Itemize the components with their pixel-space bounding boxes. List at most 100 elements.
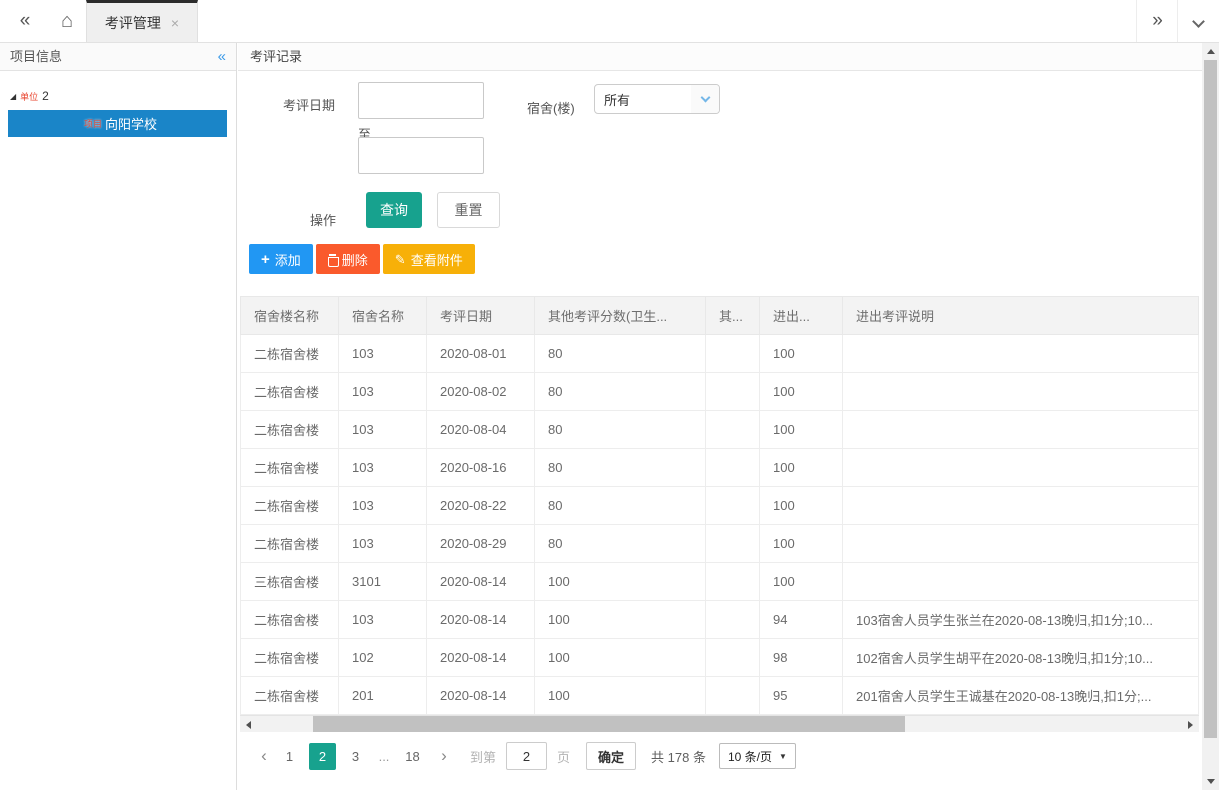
caret-down-icon: ▼ <box>779 752 787 761</box>
tree-node-unit[interactable]: ◢ 单位 2 <box>10 89 236 103</box>
table-cell <box>706 525 760 563</box>
table-row[interactable]: 二栋宿舍楼 103 2020-08-22 80 100 <box>241 487 1199 525</box>
table-row[interactable]: 二栋宿舍楼 103 2020-08-02 80 100 <box>241 373 1199 411</box>
table-cell <box>706 449 760 487</box>
table-header-row: 宿舍楼名称 宿舍名称 考评日期 其他考评分数(卫生... 其... 进出... … <box>241 297 1199 335</box>
col-header[interactable]: 考评日期 <box>427 297 535 335</box>
dorm-select-value: 所有 <box>595 90 691 109</box>
add-button-label: 添加 <box>275 250 301 269</box>
confirm-goto-button[interactable]: 确定 <box>586 742 636 770</box>
tab-close-icon[interactable]: × <box>171 15 179 31</box>
trash-icon <box>328 254 337 265</box>
pagination-bar: ‹ 1 2 3 ... 18 › 到第 页 确定 共 178 条 10 条/页 … <box>252 742 1202 770</box>
prev-page-icon[interactable]: ‹ <box>252 746 276 766</box>
page-number-1[interactable]: 1 <box>276 743 303 770</box>
goto-page-label: 到第 <box>470 747 496 766</box>
unit-label: 2 <box>42 89 49 103</box>
home-icon[interactable]: ⌂ <box>46 0 88 42</box>
page-size-select[interactable]: 10 条/页 ▼ <box>719 743 796 769</box>
evaluation-table: 宿舍楼名称 宿舍名称 考评日期 其他考评分数(卫生... 其... 进出... … <box>240 296 1199 715</box>
page-number-2-active[interactable]: 2 <box>309 743 336 770</box>
table-cell: 102宿舍人员学生胡平在2020-08-13晚归,扣1分;10... <box>843 639 1199 677</box>
table-cell: 95 <box>760 677 843 715</box>
table-cell: 100 <box>760 525 843 563</box>
table-horizontal-scrollbar[interactable] <box>240 715 1199 732</box>
scroll-down-icon[interactable] <box>1202 773 1219 790</box>
col-header[interactable]: 进出考评说明 <box>843 297 1199 335</box>
date-from-input[interactable] <box>358 82 484 119</box>
table-row[interactable]: 二栋宿舍楼 102 2020-08-14 100 98 102宿舍人员学生胡平在… <box>241 639 1199 677</box>
table-row[interactable]: 二栋宿舍楼 103 2020-08-04 80 100 <box>241 411 1199 449</box>
tab-label: 考评管理 <box>105 13 161 33</box>
table-cell: 100 <box>535 677 706 715</box>
table-cell: 100 <box>535 639 706 677</box>
vertical-scrollbar-thumb[interactable] <box>1204 60 1217 738</box>
col-header[interactable]: 宿舍名称 <box>339 297 427 335</box>
view-attachment-label: 查看附件 <box>411 250 463 269</box>
table-row[interactable]: 二栋宿舍楼 103 2020-08-16 80 100 <box>241 449 1199 487</box>
page-number-3[interactable]: 3 <box>342 743 369 770</box>
table-cell <box>706 563 760 601</box>
expand-tabs-icon[interactable]: » <box>1136 0 1178 42</box>
search-button[interactable]: 查询 <box>366 192 422 228</box>
table-row[interactable]: 二栋宿舍楼 103 2020-08-29 80 100 <box>241 525 1199 563</box>
scroll-right-icon[interactable] <box>1182 716 1199 733</box>
goto-page-input[interactable] <box>506 742 547 770</box>
tree-node-school-selected[interactable]: 项目 向阳学校 <box>8 110 227 137</box>
col-header[interactable]: 宿舍楼名称 <box>241 297 339 335</box>
tab-menu-icon[interactable] <box>1177 0 1219 42</box>
sidebar-collapse-icon[interactable]: « <box>218 43 226 70</box>
page-number-18[interactable]: 18 <box>399 743 426 770</box>
triangle-left-icon <box>246 721 251 729</box>
dorm-select[interactable]: 所有 <box>594 84 720 114</box>
dorm-select-arrow-box[interactable] <box>691 85 719 113</box>
table-cell: 103 <box>339 487 427 525</box>
table-cell <box>706 487 760 525</box>
main-panel: 考评记录 考评日期 至 宿舍(楼) 所有 操作 查询 重置 + 添加 删除 ✎ … <box>238 43 1202 790</box>
table-cell: 103 <box>339 525 427 563</box>
total-count-label: 共 178 条 <box>651 747 706 766</box>
date-range-label: 考评日期 <box>283 95 335 114</box>
table-cell <box>706 639 760 677</box>
col-header[interactable]: 其... <box>706 297 760 335</box>
filter-area: 考评日期 至 宿舍(楼) 所有 操作 查询 重置 + 添加 删除 ✎ 查看附件 <box>238 71 1202 296</box>
table-cell: 103 <box>339 373 427 411</box>
col-header[interactable]: 其他考评分数(卫生... <box>535 297 706 335</box>
table-cell: 2020-08-14 <box>427 639 535 677</box>
table-cell: 103 <box>339 335 427 373</box>
table-row[interactable]: 三栋宿舍楼 3101 2020-08-14 100 100 <box>241 563 1199 601</box>
page-vertical-scrollbar[interactable] <box>1202 43 1219 790</box>
table-cell: 103 <box>339 449 427 487</box>
table-cell <box>843 563 1199 601</box>
table-cell: 2020-08-04 <box>427 411 535 449</box>
chevron-down-icon <box>1192 15 1205 28</box>
table-cell: 二栋宿舍楼 <box>241 411 339 449</box>
view-attachment-button[interactable]: ✎ 查看附件 <box>383 244 475 274</box>
date-to-input[interactable] <box>358 137 484 174</box>
sidebar-header: 项目信息 « <box>0 43 236 71</box>
table-cell <box>843 525 1199 563</box>
table-cell <box>706 373 760 411</box>
reset-button[interactable]: 重置 <box>437 192 500 228</box>
horizontal-scrollbar-thumb[interactable] <box>313 716 905 732</box>
table-cell: 2020-08-14 <box>427 563 535 601</box>
add-button[interactable]: + 添加 <box>249 244 313 274</box>
scroll-up-icon[interactable] <box>1202 43 1219 60</box>
table-cell: 80 <box>535 525 706 563</box>
tree-expand-icon[interactable]: ◢ <box>10 92 16 101</box>
delete-button[interactable]: 删除 <box>316 244 380 274</box>
triangle-right-icon <box>1188 721 1193 729</box>
table-row[interactable]: 二栋宿舍楼 103 2020-08-14 100 94 103宿舍人员学生张兰在… <box>241 601 1199 639</box>
table-cell: 二栋宿舍楼 <box>241 639 339 677</box>
col-header[interactable]: 进出... <box>760 297 843 335</box>
table-cell: 100 <box>760 487 843 525</box>
action-label: 操作 <box>310 210 336 229</box>
dorm-select-label: 宿舍(楼) <box>527 98 575 117</box>
table-cell <box>843 449 1199 487</box>
collapse-tabs-icon[interactable]: « <box>4 0 46 42</box>
scroll-left-icon[interactable] <box>240 716 257 733</box>
next-page-icon[interactable]: › <box>432 746 456 766</box>
tab-kaoping-guanli[interactable]: 考评管理 × <box>86 0 198 42</box>
table-row[interactable]: 二栋宿舍楼 201 2020-08-14 100 95 201宿舍人员学生王诚基… <box>241 677 1199 715</box>
table-row[interactable]: 二栋宿舍楼 103 2020-08-01 80 100 <box>241 335 1199 373</box>
